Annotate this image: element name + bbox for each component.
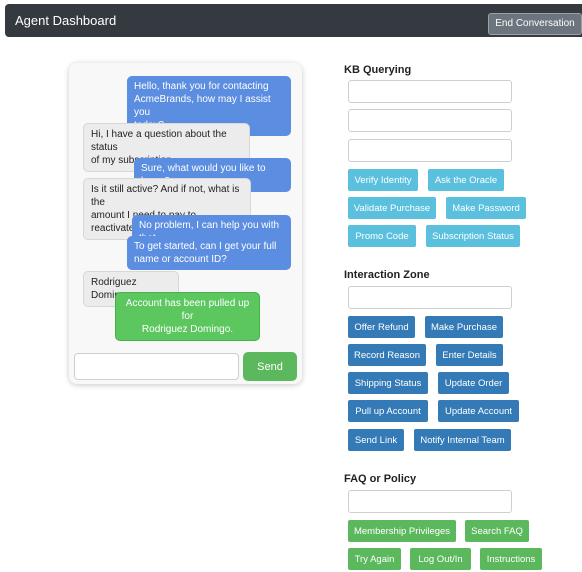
interaction-section-title: Interaction Zone [344,269,430,281]
kb-query-field-3[interactable] [348,139,512,162]
faq-field[interactable] [348,490,512,513]
send-link-button[interactable]: Send Link [348,429,404,451]
instructions-button[interactable]: Instructions [480,548,542,570]
search-faq-button[interactable]: Search FAQ [465,520,529,542]
shipping-status-button[interactable]: Shipping Status [348,372,428,394]
notify-internal-team-button[interactable]: Notify Internal Team [414,429,511,451]
app-title: Agent Dashboard [15,13,117,28]
verify-identity-button[interactable]: Verify Identity [348,169,418,191]
update-order-button[interactable]: Update Order [438,372,509,394]
end-conversation-button[interactable]: End Conversation [488,13,582,35]
kb-query-field-2[interactable] [348,109,512,132]
make-password-button[interactable]: Make Password [446,197,526,219]
log-out-in-button[interactable]: Log Out/In [410,548,471,570]
try-again-button[interactable]: Try Again [348,548,401,570]
kb-section-title: KB Querying [344,64,412,76]
ask-oracle-button[interactable]: Ask the Oracle [428,169,504,191]
chat-input[interactable] [74,353,239,380]
membership-privileges-button[interactable]: Membership Privileges [348,520,456,542]
pull-up-account-button[interactable]: Pull up Account [348,400,428,422]
kb-query-field-1[interactable] [348,80,512,103]
update-account-button[interactable]: Update Account [438,400,519,422]
promo-code-button[interactable]: Promo Code [348,225,416,247]
send-button[interactable]: Send [243,352,297,381]
offer-refund-button[interactable]: Offer Refund [348,316,415,338]
make-purchase-button[interactable]: Make Purchase [425,316,503,338]
chat-message-agent: To get started, can I get your full name… [127,236,291,270]
chat-message-system: Account has been pulled up for Rodriguez… [115,292,260,341]
subscription-status-button[interactable]: Subscription Status [426,225,520,247]
validate-purchase-button[interactable]: Validate Purchase [348,197,436,219]
faq-section-title: FAQ or Policy [344,473,417,485]
record-reason-button[interactable]: Record Reason [348,344,426,366]
chat-panel: Hello, thank you for contacting AcmeBran… [69,63,302,384]
interaction-field[interactable] [348,286,512,309]
top-bar: Agent Dashboard End Conversation [5,4,582,37]
enter-details-button[interactable]: Enter Details [436,344,503,366]
